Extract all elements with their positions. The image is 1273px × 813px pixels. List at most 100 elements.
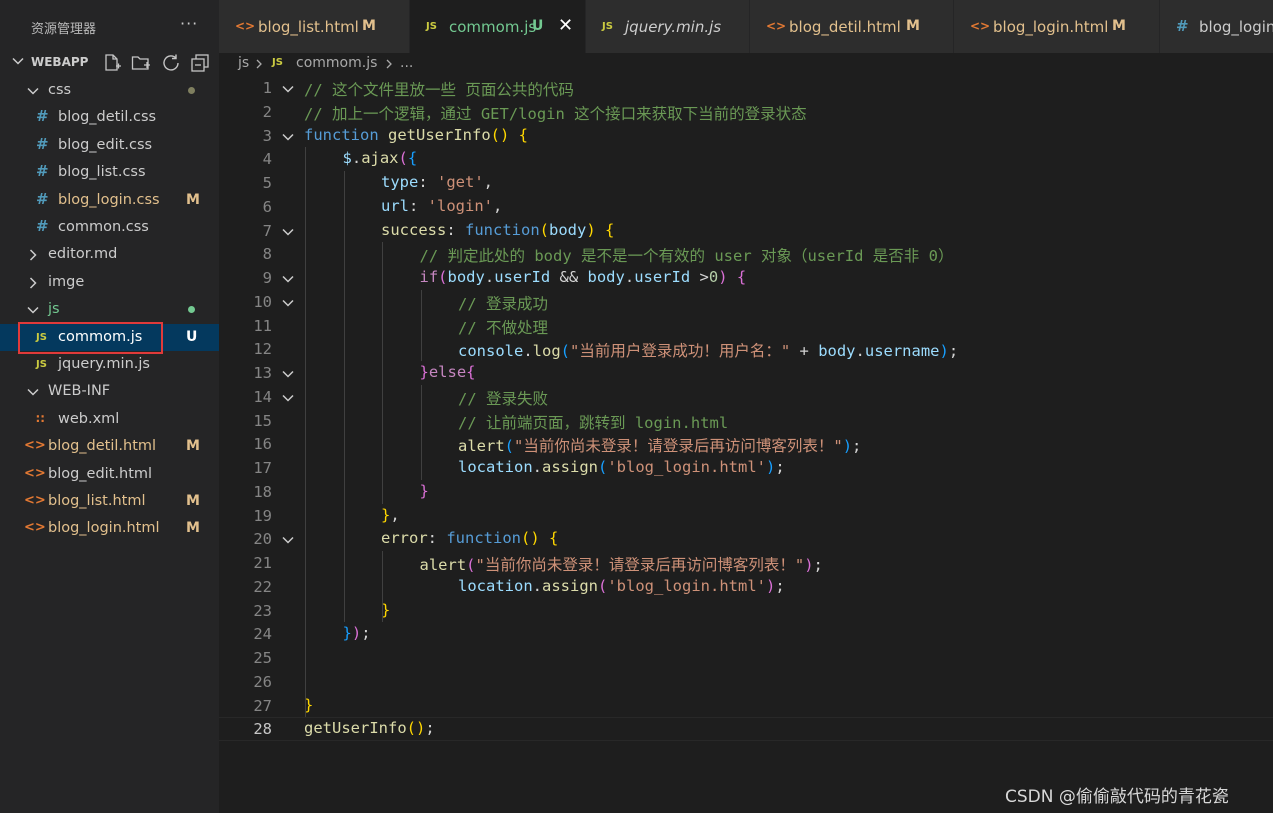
chevron-down-icon <box>27 87 39 95</box>
code-text: // 判定此处的 body 是不是一个有效的 user 对象（userId 是否… <box>420 244 954 266</box>
line-number: 20 <box>253 530 272 549</box>
tree-item-label: editor.md <box>48 246 118 263</box>
code-token: ajax <box>361 149 399 168</box>
code-line[interactable]: 11 // 不做处理 <box>219 314 1273 338</box>
new-file-icon[interactable] <box>102 53 122 73</box>
tab-blog_detil-html[interactable]: <> blog_detil.html M <box>750 0 954 53</box>
git-status-badge: U <box>186 328 198 345</box>
fold-chevron-icon[interactable] <box>281 533 295 547</box>
code-token: 0 <box>708 268 719 286</box>
code-line[interactable]: 6 url: 'login', <box>219 195 1273 219</box>
code-line[interactable]: 1 // 这个文件里放一些 页面公共的代码 <box>219 76 1273 100</box>
refresh-icon[interactable] <box>161 53 181 73</box>
code-line[interactable]: 22 location.assign('blog_login.html'); <box>219 575 1273 599</box>
file-row[interactable]: <> blog_login.html M <box>0 515 219 542</box>
code-line[interactable]: 3 function getUserInfo() { <box>219 124 1273 148</box>
html-file-icon: <> <box>766 19 787 33</box>
file-row[interactable]: # blog_list.css <box>0 159 219 186</box>
code-line[interactable]: 26 <box>219 670 1273 694</box>
line-number: 13 <box>253 364 272 382</box>
collapse-all-icon[interactable] <box>190 53 210 73</box>
file-row[interactable]: # common.css <box>0 214 219 241</box>
code-line[interactable]: 14 // 登录失败 <box>219 385 1273 409</box>
code-token: ( <box>539 220 549 239</box>
close-tab-icon[interactable]: ✕ <box>558 15 573 36</box>
fold-chevron-icon[interactable] <box>281 130 295 144</box>
breadcrumb-folder[interactable]: js <box>238 55 249 71</box>
project-root-row[interactable]: WEBAPP <box>0 50 219 76</box>
code-line[interactable]: 21 alert("当前你尚未登录！请登录后再访问博客列表！"); <box>219 551 1273 575</box>
fold-chevron-icon[interactable] <box>281 272 295 286</box>
file-row[interactable]: JS jquery.min.js <box>0 351 219 378</box>
code-token: // 加上一个逻辑，通过 GET/login 这个接口来获取下当前的登录状态 <box>304 104 807 123</box>
line-number: 4 <box>262 150 272 169</box>
code-token: type <box>381 173 419 191</box>
file-row[interactable]: # blog_login.css M <box>0 187 219 214</box>
code-line[interactable]: 9 if(body.userId && body.userId >0) { <box>219 266 1273 290</box>
fold-chevron-icon[interactable] <box>281 391 295 405</box>
tab-blog_login-html[interactable]: <> blog_login.html M <box>954 0 1160 53</box>
code-token: ) <box>586 220 596 239</box>
folder-row[interactable]: css <box>0 77 219 104</box>
code-line[interactable]: 4 $.ajax({ <box>219 147 1273 171</box>
folder-row[interactable]: js <box>0 296 219 323</box>
line-number: 25 <box>253 649 272 667</box>
code-token: location <box>458 576 533 595</box>
tab-blog_list-html[interactable]: <> blog_list.html M <box>219 0 410 53</box>
code-line[interactable]: 17 location.assign('blog_login.html'); <box>219 456 1273 480</box>
code-token: ) <box>842 437 853 456</box>
folder-row[interactable]: imge <box>0 269 219 296</box>
code-line[interactable]: 25 <box>219 646 1273 670</box>
code-line[interactable]: 15 // 让前端页面，跳转到 login.html <box>219 409 1273 433</box>
code-line[interactable]: 18} <box>219 480 1273 504</box>
code-line[interactable]: 27} <box>219 694 1273 718</box>
tab-commom-js[interactable]: JS commom.js U ✕ <box>410 0 586 53</box>
more-actions-icon[interactable]: ··· <box>180 14 198 33</box>
fold-chevron-icon[interactable] <box>281 367 295 381</box>
code-token: body <box>587 268 625 286</box>
file-row[interactable]: # blog_edit.css <box>0 132 219 159</box>
folder-row[interactable]: WEB-INF <box>0 378 219 405</box>
code-token: , <box>390 505 400 524</box>
code-token: ; <box>813 556 823 574</box>
line-number: 11 <box>253 316 272 335</box>
code-token: userId <box>634 268 691 286</box>
code-line[interactable]: 8 // 判定此处的 body 是不是一个有效的 user 对象（userId 是… <box>219 242 1273 266</box>
tab-blog_login-css[interactable]: # blog_login.css <box>1160 0 1273 53</box>
file-row[interactable]: # blog_detil.css <box>0 104 219 131</box>
breadcrumb-file[interactable]: commom.js <box>296 55 377 71</box>
code-line[interactable]: 2 // 加上一个逻辑，通过 GET/login 这个接口来获取下当前的登录状态 <box>219 100 1273 124</box>
code-line[interactable]: 10 // 登录成功 <box>219 290 1273 314</box>
fold-chevron-icon[interactable] <box>281 296 295 310</box>
file-row[interactable]: ∷ web.xml <box>0 406 219 433</box>
code-token: username <box>864 342 940 361</box>
breadcrumb-symbol[interactable]: ... <box>400 55 413 71</box>
fold-chevron-icon[interactable] <box>281 82 295 96</box>
code-line[interactable]: 24}); <box>219 622 1273 646</box>
new-folder-icon[interactable] <box>131 53 151 73</box>
code-token: success <box>381 220 447 239</box>
code-token: ) <box>765 576 776 595</box>
code-line[interactable]: 5 type: 'get', <box>219 171 1273 195</box>
code-token: : <box>418 173 437 191</box>
code-line[interactable]: 20 error: function() { <box>219 527 1273 551</box>
code-line[interactable]: 28 getUserInfo(); <box>219 717 1273 741</box>
folder-row[interactable]: editor.md <box>0 241 219 268</box>
code-editor[interactable]: 1 // 这个文件里放一些 页面公共的代码 2 // 加上一个逻辑，通过 GET/lo… <box>219 75 1273 813</box>
code-line[interactable]: 13}else{ <box>219 361 1273 385</box>
code-line[interactable]: 23} <box>219 599 1273 623</box>
code-text: }, <box>381 506 400 524</box>
fold-chevron-icon[interactable] <box>281 225 295 239</box>
git-status-badge: M <box>1112 18 1126 34</box>
code-line[interactable]: 12 console.log("当前用户登录成功！用户名：" + body.use… <box>219 337 1273 361</box>
code-line[interactable]: 19}, <box>219 504 1273 528</box>
file-row[interactable]: <> blog_detil.html M <box>0 433 219 460</box>
file-row[interactable]: <> blog_list.html M <box>0 488 219 515</box>
code-line[interactable]: 16 alert("当前你尚未登录！请登录后再访问博客列表！"); <box>219 432 1273 456</box>
file-row[interactable]: <> blog_edit.html <box>0 461 219 488</box>
code-token: ; <box>775 576 785 595</box>
tab-jquery-min-js[interactable]: JS jquery.min.js <box>586 0 750 53</box>
code-line[interactable]: 7 success: function(body) { <box>219 219 1273 243</box>
code-token: ; <box>852 437 862 456</box>
code-token: body <box>818 342 856 361</box>
